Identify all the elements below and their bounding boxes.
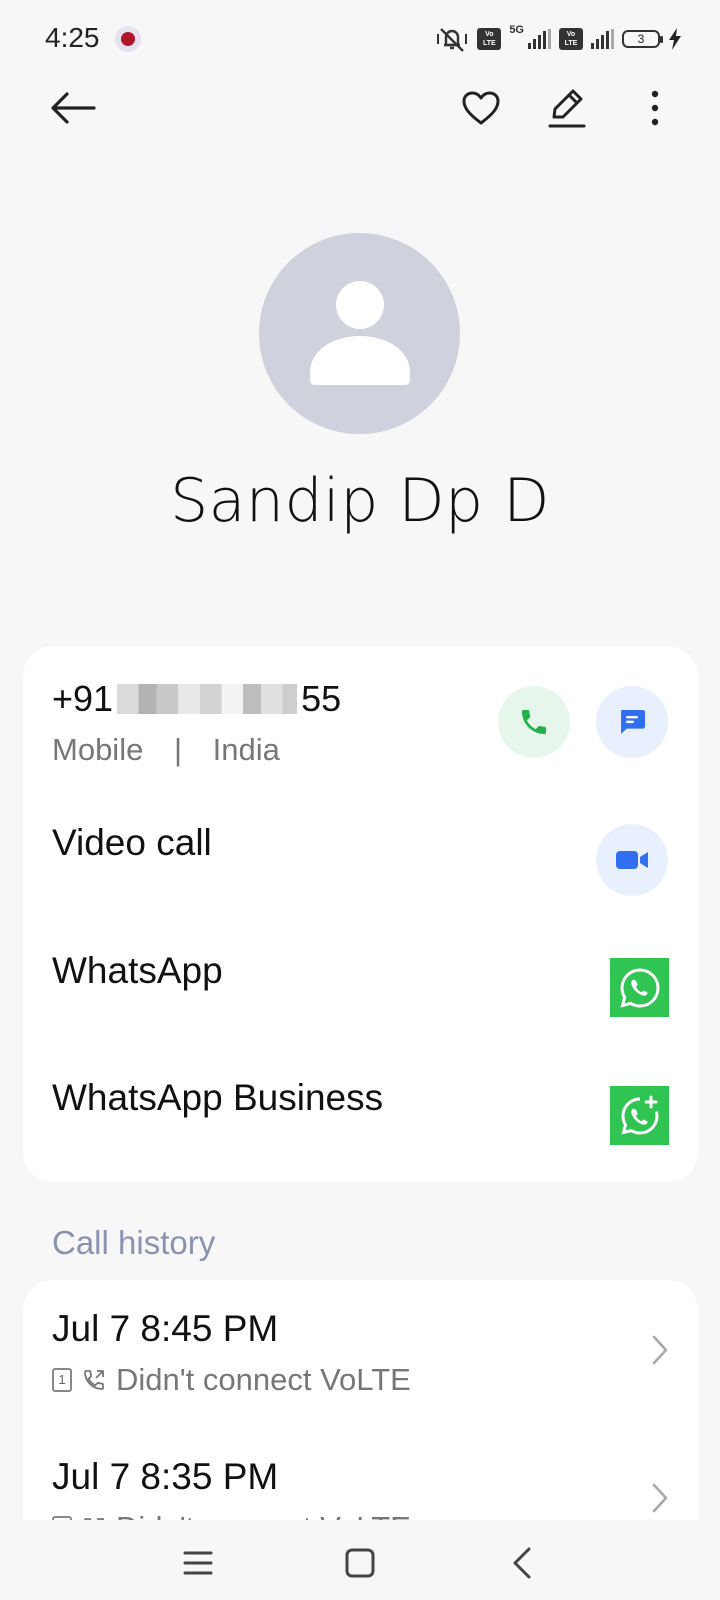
chevron-right-icon (652, 1335, 668, 1365)
menu-icon (183, 1551, 213, 1575)
back-button[interactable] (43, 78, 103, 138)
call-details: 1 Didn't connect VoLTE (52, 1362, 411, 1398)
video-call-button[interactable] (596, 824, 668, 896)
phone-type: Mobile (52, 732, 144, 767)
pencil-icon (548, 89, 586, 128)
arrow-left-icon (51, 92, 96, 124)
recents-button[interactable] (173, 1538, 223, 1588)
separator: | (173, 732, 183, 767)
heart-icon (462, 91, 500, 125)
charging-icon (669, 28, 681, 50)
network-type: 5G (509, 24, 524, 36)
edit-button[interactable] (537, 78, 597, 138)
call-time: Jul 7 8:35 PM (52, 1456, 279, 1497)
status-icons: Vo LTE 5G Vo LTE 3 (435, 24, 682, 54)
video-call-label[interactable]: Video call (52, 822, 212, 864)
battery-icon: 3 (622, 30, 663, 48)
phone-suffix: 55 (301, 678, 342, 719)
square-icon (345, 1548, 375, 1578)
phone-country: India (212, 732, 280, 767)
avatar (259, 233, 460, 434)
phone-details: Mobile | India (52, 732, 280, 768)
whatsapp-business-icon (620, 1095, 659, 1135)
favorite-button[interactable] (451, 78, 511, 138)
signal-icon-2 (591, 29, 614, 49)
phone-icon (522, 710, 546, 734)
chevron-right-icon (652, 1483, 668, 1513)
call-button[interactable] (498, 686, 570, 758)
status-bar: 4:25 Vo LTE 5G Vo LTE 3 (0, 0, 720, 78)
whatsapp-label[interactable]: WhatsApp (52, 950, 223, 992)
more-options-button[interactable] (625, 78, 685, 138)
whatsapp-business-label[interactable]: WhatsApp Business (52, 1077, 383, 1119)
whatsapp-business-button[interactable] (610, 1086, 669, 1145)
sim-icon: 1 (52, 1368, 72, 1392)
volte-icon: Vo LTE (477, 28, 502, 50)
more-vert-icon (651, 90, 659, 126)
whatsapp-button[interactable] (610, 958, 669, 1017)
message-icon (621, 710, 646, 734)
contact-actions-card: +91 55 Mobile | India Video call WhatsAp… (23, 646, 698, 1182)
system-navigation-bar (0, 1520, 720, 1600)
volte-icon-2: Vo LTE (559, 28, 583, 50)
contact-name: Sandip Dp D (170, 466, 550, 536)
app-notification-icon (115, 26, 141, 52)
message-button[interactable] (596, 686, 668, 758)
home-button[interactable] (335, 1538, 385, 1588)
nav-back-button[interactable] (497, 1538, 547, 1588)
status-time: 4:25 (45, 22, 100, 53)
call-history-title: Call history (52, 1224, 216, 1261)
whatsapp-icon (619, 967, 660, 1008)
chevron-left-icon (513, 1547, 531, 1579)
phone-number[interactable]: +91 55 (52, 678, 341, 720)
signal-icon (528, 29, 551, 49)
outgoing-call-icon (84, 1370, 104, 1390)
video-icon (616, 851, 648, 869)
redacted-digits (117, 684, 298, 714)
person-icon (310, 281, 410, 385)
mute-vibrate-icon (437, 28, 468, 52)
call-history-row[interactable]: Jul 7 8:45 PM 1 Didn't connect VoLTE (23, 1280, 698, 1428)
phone-prefix: +91 (52, 678, 114, 719)
call-time: Jul 7 8:45 PM (52, 1308, 279, 1349)
top-app-bar (0, 78, 720, 140)
call-status: Didn't connect VoLTE (116, 1362, 411, 1397)
